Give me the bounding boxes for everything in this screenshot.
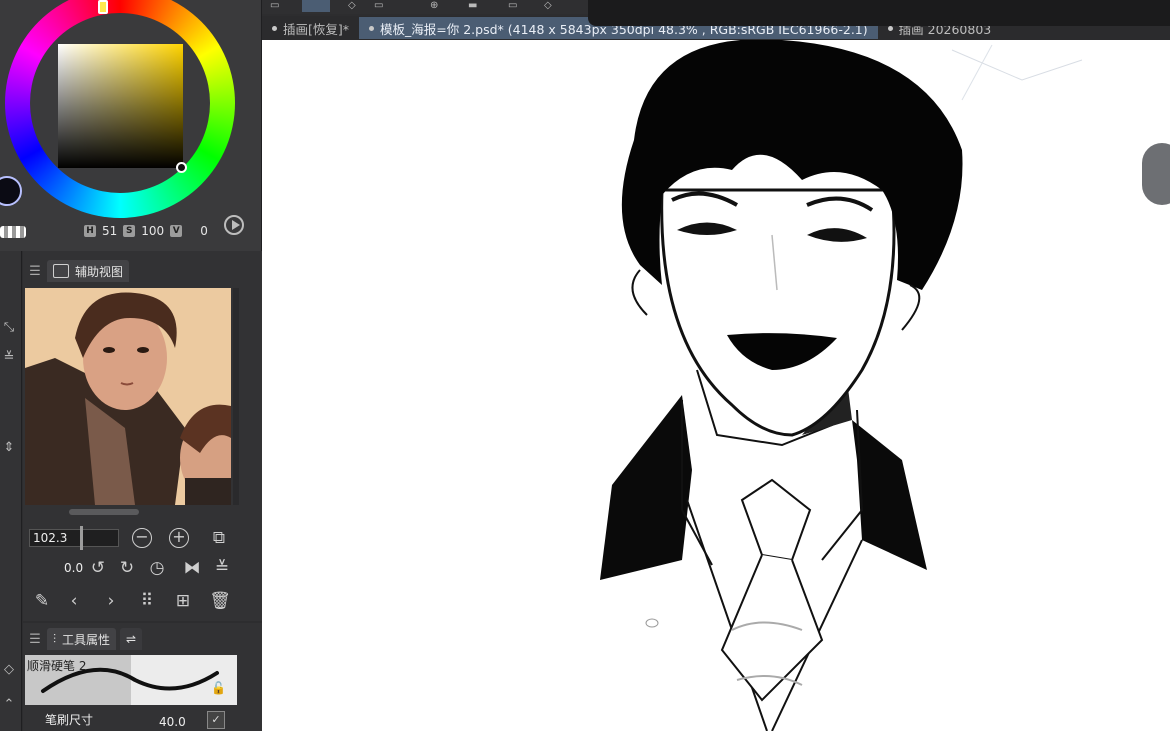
fit-icon[interactable]: ⧉ [208, 527, 230, 549]
previous-icon[interactable]: ‹ [63, 590, 85, 612]
left-tool-strip: ⤡ ≚ ⇕ ◇ ⌃ [0, 251, 22, 731]
next-icon[interactable]: › [100, 590, 122, 612]
brush-preview[interactable]: 顺滑硬笔 2 🔓 [25, 655, 237, 705]
zoom-in-icon[interactable]: + [169, 528, 189, 548]
import-icon[interactable]: ⊞ [172, 590, 194, 612]
color-wheel-panel: H 51 S 100 V 0 [0, 0, 262, 251]
grid-icon[interactable]: ⠿ [136, 590, 158, 612]
floating-overlay-bar [588, 0, 1170, 26]
tab-tool-property[interactable]: ⫶ 工具属性 [47, 628, 117, 650]
sub-view-panel: ☰ 辅助视图 102.3 − + ⧉ 0.0 ↺ ↻ ◷ ⧓ ≚ ✎ ‹ › ⠿… [23, 251, 262, 621]
document-tab-1[interactable]: 插画[恢复]* [262, 17, 359, 39]
navigator-icon [53, 264, 69, 278]
canvas-rotate-icon[interactable] [1142, 143, 1170, 205]
tool-property-tabbar: ☰ ⫶ 工具属性 ⇌ [23, 627, 262, 651]
drawing-canvas[interactable] [262, 40, 1170, 731]
canvas-artwork [600, 40, 1083, 731]
main-color-swatch[interactable] [0, 176, 22, 206]
menu-icon-2[interactable]: ☰ [23, 632, 47, 647]
stepper-icon-2[interactable]: ◇ [0, 661, 18, 679]
zoom-slider-thumb[interactable] [80, 526, 83, 550]
toolbar-btn-2[interactable] [302, 0, 330, 12]
rotate-right-icon[interactable]: ↻ [116, 557, 138, 579]
lock-icon[interactable]: 🔓 [211, 681, 226, 695]
sv-handle[interactable] [176, 162, 187, 173]
reference-photo-art [25, 288, 231, 505]
transparent-color-swatch[interactable] [0, 226, 26, 238]
stepper-icon[interactable]: ⇕ [0, 439, 18, 457]
toolbar-btn-1[interactable]: ▭ [270, 0, 279, 12]
resize-icon[interactable]: ⤡ [0, 319, 18, 337]
tab-sub-view-label: 辅助视图 [75, 264, 124, 279]
clip-studio-window: H 51 S 100 V 0 ⤡ ≚ ⇕ ◇ ⌃ ☰ 辅助视图 102.3 − … [0, 0, 1170, 731]
saturation-value[interactable]: 100 [141, 224, 164, 238]
reset-rotation-icon[interactable]: ◷ [146, 557, 168, 579]
sub-view-tabbar: ☰ 辅助视图 [23, 259, 262, 283]
flip-horizontal-icon[interactable]: ⧓ [181, 557, 203, 579]
hue-value[interactable]: 51 [102, 224, 117, 238]
value-key: V [170, 225, 183, 237]
zoom-input[interactable]: 102.3 [29, 529, 119, 547]
toolbar-btn-6[interactable]: ▬ [468, 0, 477, 12]
brush-size-value[interactable]: 40.0 [159, 715, 186, 729]
reference-hscrollbar[interactable] [69, 509, 139, 515]
toolbar-btn-5[interactable]: ⊕ [430, 0, 438, 12]
zoom-out-icon[interactable]: − [132, 528, 152, 548]
reference-scrollbar[interactable] [233, 288, 239, 505]
hue-handle[interactable] [98, 0, 108, 14]
hsv-readout: H 51 S 100 V 0 [84, 224, 208, 238]
tool-property-panel: ☰ ⫶ 工具属性 ⇌ 顺滑硬笔 2 🔓 笔刷尺寸 40.0 ✓ [23, 623, 262, 731]
link-icon: ⇌ [126, 632, 137, 646]
color-mode-toggle-icon[interactable] [224, 215, 244, 235]
toolbar-btn-4[interactable]: ▭ [374, 0, 383, 12]
brush-size-label: 笔刷尺寸 [45, 713, 94, 727]
saturation-key: S [123, 225, 136, 237]
flip-vertical-strip-icon[interactable]: ≚ [0, 349, 18, 367]
tab-sub-view[interactable]: 辅助视图 [47, 260, 130, 282]
rotate-left-icon[interactable]: ↺ [87, 557, 109, 579]
sliders-icon: ⫶ [53, 631, 57, 646]
hue-key: H [84, 225, 96, 237]
menu-icon[interactable]: ☰ [23, 264, 47, 279]
saturation-value-square[interactable] [58, 44, 183, 168]
stepper-icon-3[interactable]: ⌃ [0, 696, 18, 714]
brush-size-toggle[interactable]: ✓ [207, 711, 225, 729]
reference-photo[interactable] [25, 288, 231, 505]
flip-vertical-icon[interactable]: ≚ [211, 557, 233, 579]
toolbar-btn-3[interactable]: ◇ [348, 0, 356, 12]
rotation-value: 0.0 [64, 561, 84, 575]
toolbar-btn-7[interactable]: ▭ [508, 0, 517, 12]
eyedropper-icon[interactable]: ✎ [31, 590, 53, 612]
value-value[interactable]: 0 [200, 224, 208, 238]
toolbar-btn-8[interactable]: ◇ [544, 0, 552, 12]
tab-tool-property-label: 工具属性 [62, 632, 111, 647]
document-tab-1-label: 插画[恢复]* [283, 21, 350, 37]
brush-name: 顺滑硬笔 2 [27, 659, 87, 673]
tab-extra[interactable]: ⇌ [120, 628, 143, 650]
trash-icon[interactable]: 🗑 [209, 590, 231, 612]
